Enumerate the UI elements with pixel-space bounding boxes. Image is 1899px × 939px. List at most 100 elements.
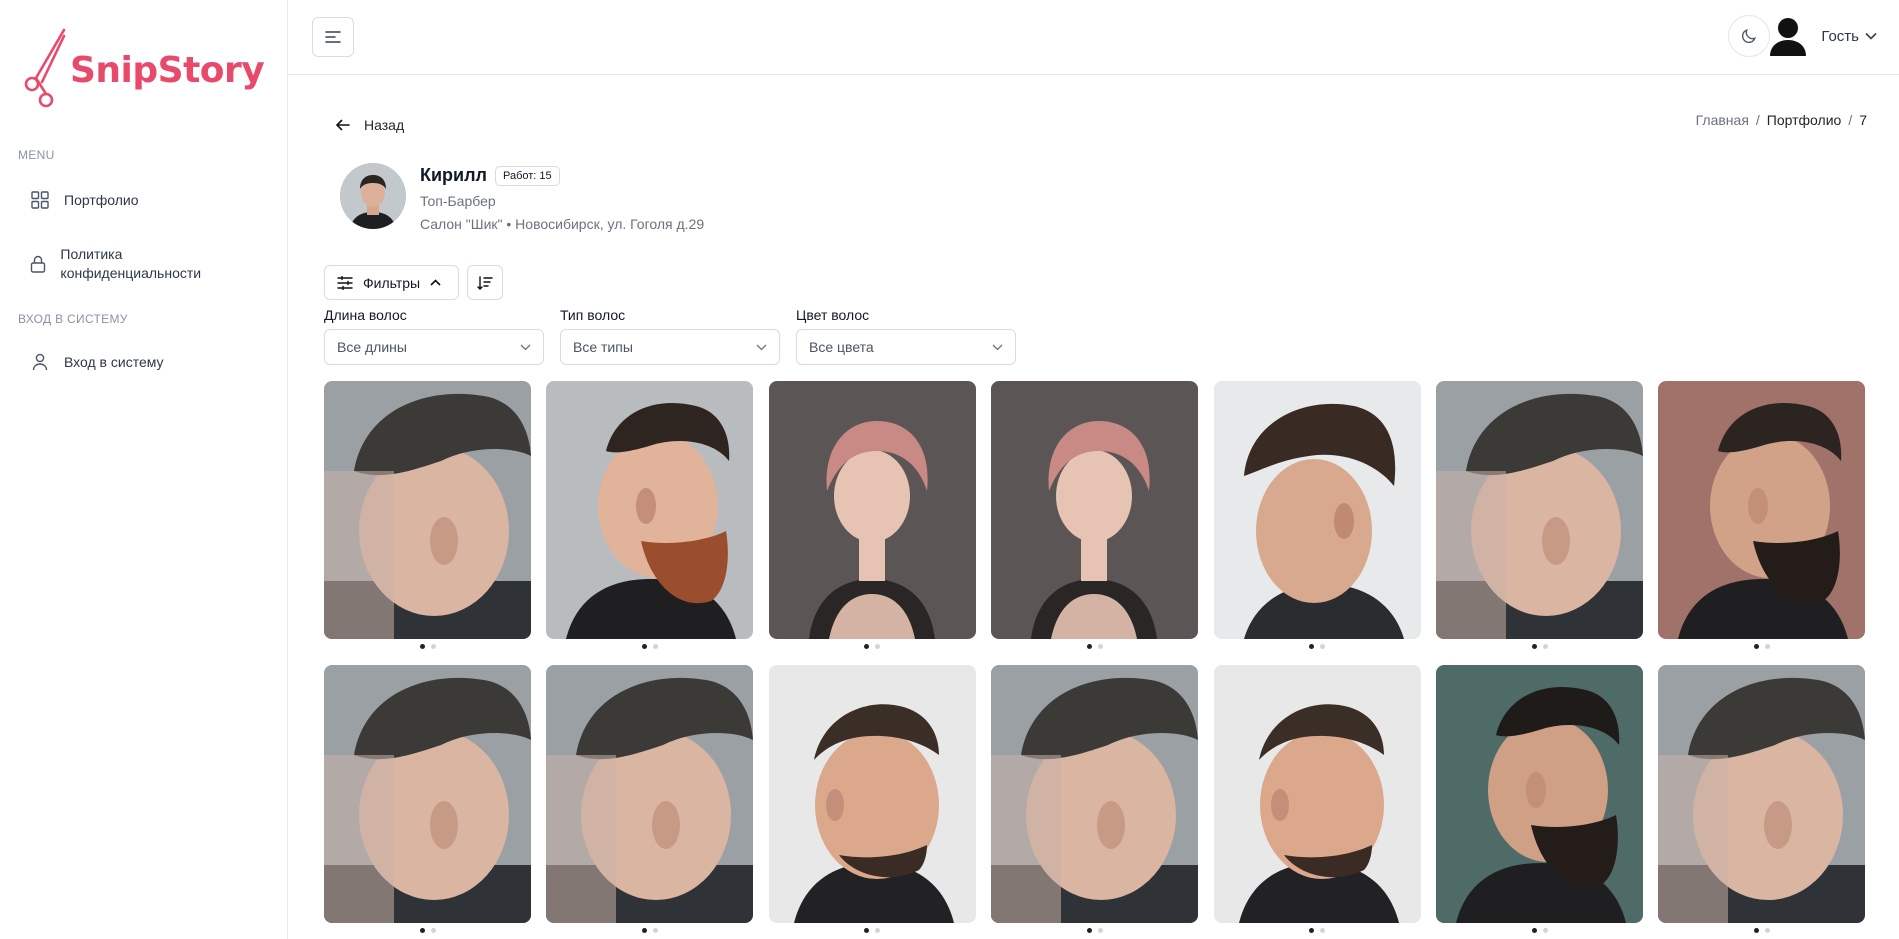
portfolio-photo[interactable]	[546, 665, 754, 923]
sidebar-item-login[interactable]: Вход в систему	[30, 352, 164, 372]
portfolio-card[interactable]	[324, 381, 531, 649]
portfolio-card[interactable]	[991, 665, 1199, 933]
carousel-dot[interactable]	[875, 928, 881, 933]
breadcrumb: Главная / Портфолио / 7	[1696, 112, 1867, 128]
sidebar-item-portfolio[interactable]: Портфолио	[30, 190, 139, 210]
scissors-icon	[24, 28, 66, 108]
hair-color-select[interactable]: Все цвета	[796, 329, 1016, 365]
logo[interactable]: SnipStory	[24, 28, 265, 110]
portfolio-photo[interactable]	[324, 665, 531, 923]
carousel-dot[interactable]	[1086, 644, 1092, 649]
carousel-dots	[324, 928, 531, 933]
portfolio-photo[interactable]	[768, 381, 976, 639]
portfolio-card[interactable]	[546, 665, 754, 933]
auth-section-label: ВХОД В СИСТЕМУ	[18, 312, 128, 326]
carousel-dots	[991, 928, 1198, 933]
portfolio-photo[interactable]	[991, 381, 1199, 639]
carousel-dot[interactable]	[1753, 928, 1759, 933]
select-value: Все длины	[337, 339, 407, 355]
portfolio-card[interactable]	[1436, 665, 1643, 933]
carousel-dots	[546, 644, 753, 649]
carousel-dots	[1658, 928, 1865, 933]
user-menu[interactable]: Гость	[1769, 15, 1877, 57]
portfolio-photo[interactable]	[546, 381, 754, 639]
carousel-dots	[769, 644, 976, 649]
carousel-dot[interactable]	[641, 928, 647, 933]
carousel-dot[interactable]	[1531, 644, 1537, 649]
hair-length-select[interactable]: Все длины	[324, 329, 544, 365]
chevron-down-icon	[1865, 32, 1877, 40]
carousel-dot[interactable]	[1086, 928, 1092, 933]
carousel-dot[interactable]	[1309, 644, 1315, 649]
carousel-dot[interactable]	[652, 928, 658, 933]
portfolio-card[interactable]	[546, 381, 754, 649]
portfolio-card[interactable]	[1436, 381, 1643, 649]
carousel-dots	[546, 928, 753, 933]
carousel-dot[interactable]	[1764, 644, 1770, 649]
portfolio-card[interactable]	[1658, 665, 1866, 933]
master-name: Кирилл	[420, 165, 487, 185]
portfolio-card[interactable]	[1658, 381, 1866, 649]
works-count-badge: Работ: 15	[494, 165, 560, 186]
sidebar-item-privacy[interactable]: Политика конфиденциальности	[30, 245, 230, 283]
carousel-dot[interactable]	[1320, 928, 1326, 933]
portfolio-photo[interactable]	[1658, 381, 1866, 639]
sidebar: SnipStory MENU Портфолио Политика конфид…	[0, 0, 288, 939]
carousel-dot[interactable]	[1542, 928, 1548, 933]
carousel-dot[interactable]	[1753, 644, 1759, 649]
carousel-dot[interactable]	[1097, 928, 1103, 933]
portfolio-photo[interactable]	[1213, 381, 1421, 639]
sliders-icon	[337, 275, 353, 290]
breadcrumb-separator: /	[1755, 112, 1760, 128]
select-value: Все цвета	[809, 339, 874, 355]
moon-icon	[1741, 29, 1756, 44]
portfolio-photo[interactable]	[1658, 665, 1866, 923]
carousel-dots	[1214, 928, 1421, 933]
portfolio-photo[interactable]	[324, 381, 531, 639]
carousel-dot[interactable]	[419, 928, 425, 933]
portfolio-photo[interactable]	[1436, 381, 1643, 639]
carousel-dot[interactable]	[1097, 644, 1103, 649]
carousel-dot[interactable]	[652, 644, 658, 649]
portfolio-card[interactable]	[324, 665, 531, 933]
carousel-dot[interactable]	[864, 928, 870, 933]
portfolio-card[interactable]	[1213, 665, 1421, 933]
carousel-dots	[1436, 928, 1643, 933]
portfolio-photo[interactable]	[1213, 665, 1421, 923]
carousel-dot[interactable]	[1542, 644, 1548, 649]
carousel-dot[interactable]	[1320, 644, 1326, 649]
portfolio-card[interactable]	[768, 665, 976, 933]
sidebar-item-label: Вход в систему	[64, 353, 164, 370]
breadcrumb-portfolio[interactable]: Портфолио	[1767, 112, 1842, 128]
carousel-dot[interactable]	[875, 644, 881, 649]
breadcrumb-home[interactable]: Главная	[1696, 112, 1749, 128]
chevron-down-icon	[520, 344, 531, 350]
theme-toggle-button[interactable]	[1728, 15, 1770, 57]
app-root: SnipStory MENU Портфолио Политика конфид…	[0, 0, 1899, 939]
portfolio-photo[interactable]	[1436, 665, 1643, 923]
carousel-dot[interactable]	[1309, 928, 1315, 933]
carousel-dot[interactable]	[1531, 928, 1537, 933]
grid-icon	[30, 190, 50, 210]
profile-info: Кирилл Работ: 15 Топ-Барбер Салон "Шик" …	[420, 165, 704, 232]
breadcrumb-current: 7	[1859, 112, 1867, 128]
user-icon	[30, 352, 50, 372]
carousel-dot[interactable]	[864, 644, 870, 649]
carousel-dot[interactable]	[419, 644, 425, 649]
portfolio-card[interactable]	[1213, 381, 1421, 649]
carousel-dot[interactable]	[1764, 928, 1770, 933]
carousel-dots	[1214, 644, 1421, 649]
portfolio-card[interactable]	[768, 381, 976, 649]
carousel-dot[interactable]	[430, 928, 436, 933]
carousel-dot[interactable]	[641, 644, 647, 649]
back-button[interactable]: Назад	[336, 117, 404, 133]
portfolio-photo[interactable]	[991, 665, 1199, 923]
chevron-up-icon	[430, 279, 441, 286]
carousel-dot[interactable]	[430, 644, 436, 649]
sidebar-toggle-button[interactable]	[312, 17, 354, 57]
portfolio-photo[interactable]	[768, 665, 976, 923]
filters-toggle-button[interactable]: Фильтры	[324, 265, 459, 300]
portfolio-card[interactable]	[991, 381, 1199, 649]
sort-button[interactable]	[467, 265, 503, 300]
hair-type-select[interactable]: Все типы	[560, 329, 780, 365]
